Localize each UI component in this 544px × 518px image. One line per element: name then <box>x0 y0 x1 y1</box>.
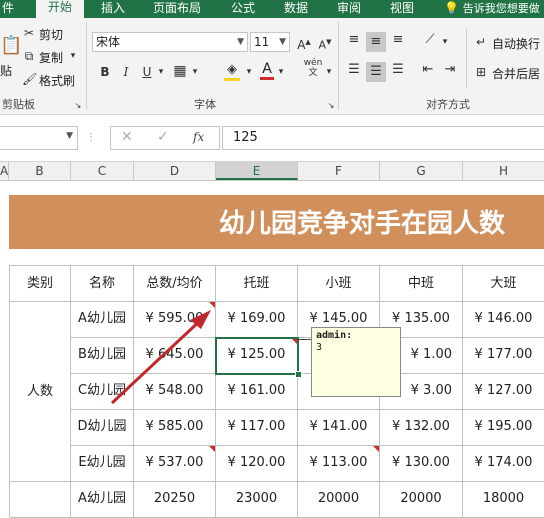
clipboard-group-label: 剪贴板 <box>2 98 35 111</box>
dialog-launcher-icon[interactable]: ↘ <box>326 98 336 114</box>
tab-data[interactable]: 数据 <box>284 0 308 18</box>
font-size-combo[interactable]: 11 ▼ <box>250 32 290 52</box>
tell-me-box[interactable]: 💡 告诉我您想要做 <box>444 0 540 18</box>
annotation-arrow-icon <box>110 310 211 405</box>
merge-center-button[interactable]: 合并后居 <box>492 65 540 82</box>
ribbon-tab-bar: 件 开始 插入 页面布局 公式 数据 审阅 视图 💡 告诉我您想要做 <box>0 0 544 18</box>
underline-button[interactable]: U <box>140 64 154 80</box>
alignment-group-label: 对齐方式 <box>426 98 470 111</box>
group-separator <box>338 22 339 110</box>
scissors-icon[interactable]: ✂ <box>22 25 36 41</box>
cancel-icon[interactable]: ✕ <box>121 129 133 145</box>
column-header-b[interactable]: B <box>9 162 71 180</box>
decrease-font-icon[interactable]: A▼ <box>318 34 332 54</box>
paste-button[interactable]: 贴 <box>0 62 12 79</box>
dialog-launcher-icon[interactable]: ↘ <box>73 98 83 114</box>
name-box[interactable]: ▼ <box>0 126 78 150</box>
decrease-indent-icon[interactable]: ⇤ <box>418 62 438 78</box>
tab-file[interactable]: 件 <box>2 0 14 18</box>
column-header-c[interactable]: C <box>71 162 134 180</box>
bold-button[interactable]: B <box>98 64 112 80</box>
group-separator <box>466 28 467 88</box>
tab-formulas[interactable]: 公式 <box>231 0 255 18</box>
wrap-text-icon[interactable]: ↵ <box>472 34 490 50</box>
orientation-icon[interactable]: ⟋ <box>420 32 440 48</box>
group-separator <box>86 22 87 110</box>
fill-color-icon[interactable]: ◈ <box>224 62 240 81</box>
column-header-d[interactable]: D <box>134 162 216 180</box>
chevron-down-icon[interactable]: ▾ <box>190 64 200 80</box>
chevron-down-icon: ▼ <box>66 131 73 141</box>
chevron-down-icon: ▼ <box>279 37 286 47</box>
cut-button[interactable]: 剪切 <box>39 26 63 43</box>
column-header-a[interactable]: A <box>0 162 9 180</box>
align-middle-icon[interactable]: ≡ <box>366 32 386 52</box>
font-name-combo[interactable]: 宋体 ▼ <box>92 32 248 52</box>
chevron-down-icon[interactable]: ▾ <box>440 34 450 50</box>
chevron-down-icon[interactable]: ▾ <box>324 64 334 80</box>
column-header-h[interactable]: H <box>463 162 544 180</box>
font-name-value: 宋体 <box>96 35 121 49</box>
formula-input[interactable]: 125 <box>222 126 544 150</box>
worksheet-grid[interactable]: 幼儿园竞争对手在园人数 类别 名称 总数/均价 托班 小班 中班 大班 人数 A… <box>0 181 544 518</box>
italic-button[interactable]: I <box>119 64 133 80</box>
align-bottom-icon[interactable]: ≡ <box>388 32 408 48</box>
font-group-label: 字体 <box>194 98 216 111</box>
chevron-down-icon: ▼ <box>237 37 244 47</box>
font-color-icon[interactable]: A <box>260 61 274 80</box>
ribbon: 📋 贴 ✂ 剪切 ⧉ 复制 ▾ 🖌 格式刷 剪贴板 ↘ 宋体 ▼ 11 ▼ A▲… <box>0 18 544 115</box>
copy-icon[interactable]: ⧉ <box>22 48 36 64</box>
tell-me-text: 告诉我您想要做 <box>462 2 540 15</box>
tab-review[interactable]: 审阅 <box>337 0 361 18</box>
copy-button[interactable]: 复制 <box>39 49 63 66</box>
increase-indent-icon[interactable]: ⇥ <box>440 62 460 78</box>
tab-insert[interactable]: 插入 <box>101 0 125 18</box>
insert-function-icon[interactable]: fx <box>193 130 204 144</box>
column-header-e[interactable]: E <box>216 162 298 180</box>
align-left-icon[interactable]: ☰ <box>344 62 364 78</box>
column-header-f[interactable]: F <box>298 162 380 180</box>
merge-center-icon[interactable]: ⊞ <box>472 64 490 80</box>
align-center-icon[interactable]: ☰ <box>366 62 386 82</box>
tab-home[interactable]: 开始 <box>36 0 85 18</box>
font-size-value: 11 <box>254 35 270 49</box>
confirm-icon[interactable]: ✓ <box>157 129 169 145</box>
chevron-down-icon[interactable]: ▾ <box>156 64 166 80</box>
phonetic-icon[interactable]: wén 文 <box>302 58 324 78</box>
tab-page-layout[interactable]: 页面布局 <box>153 0 201 18</box>
chevron-down-icon[interactable]: ▾ <box>244 64 254 80</box>
formula-bar-grip-icon: ⋮ <box>86 132 97 143</box>
column-header-g[interactable]: G <box>380 162 463 180</box>
chevron-down-icon[interactable]: ▾ <box>68 48 78 64</box>
align-right-icon[interactable]: ☰ <box>388 62 408 78</box>
column-header-bar: A B C D E F G H <box>0 162 544 181</box>
paste-icon[interactable]: 📋 <box>0 37 22 55</box>
formula-buttons: ✕ ✓ fx <box>110 126 220 150</box>
align-top-icon[interactable]: ≡ <box>344 32 364 48</box>
lightbulb-icon: 💡 <box>444 1 459 15</box>
borders-icon[interactable]: ▦ <box>172 63 188 79</box>
formula-bar: ▼ ⋮ ✕ ✓ fx 125 <box>0 115 544 162</box>
chevron-down-icon[interactable]: ▾ <box>276 64 286 80</box>
increase-font-icon[interactable]: A▲ <box>297 34 311 53</box>
format-painter-button[interactable]: 格式刷 <box>39 72 75 89</box>
wrap-text-button[interactable]: 自动换行 <box>492 35 540 52</box>
tab-view[interactable]: 视图 <box>390 0 414 18</box>
format-painter-icon[interactable]: 🖌 <box>22 71 37 87</box>
